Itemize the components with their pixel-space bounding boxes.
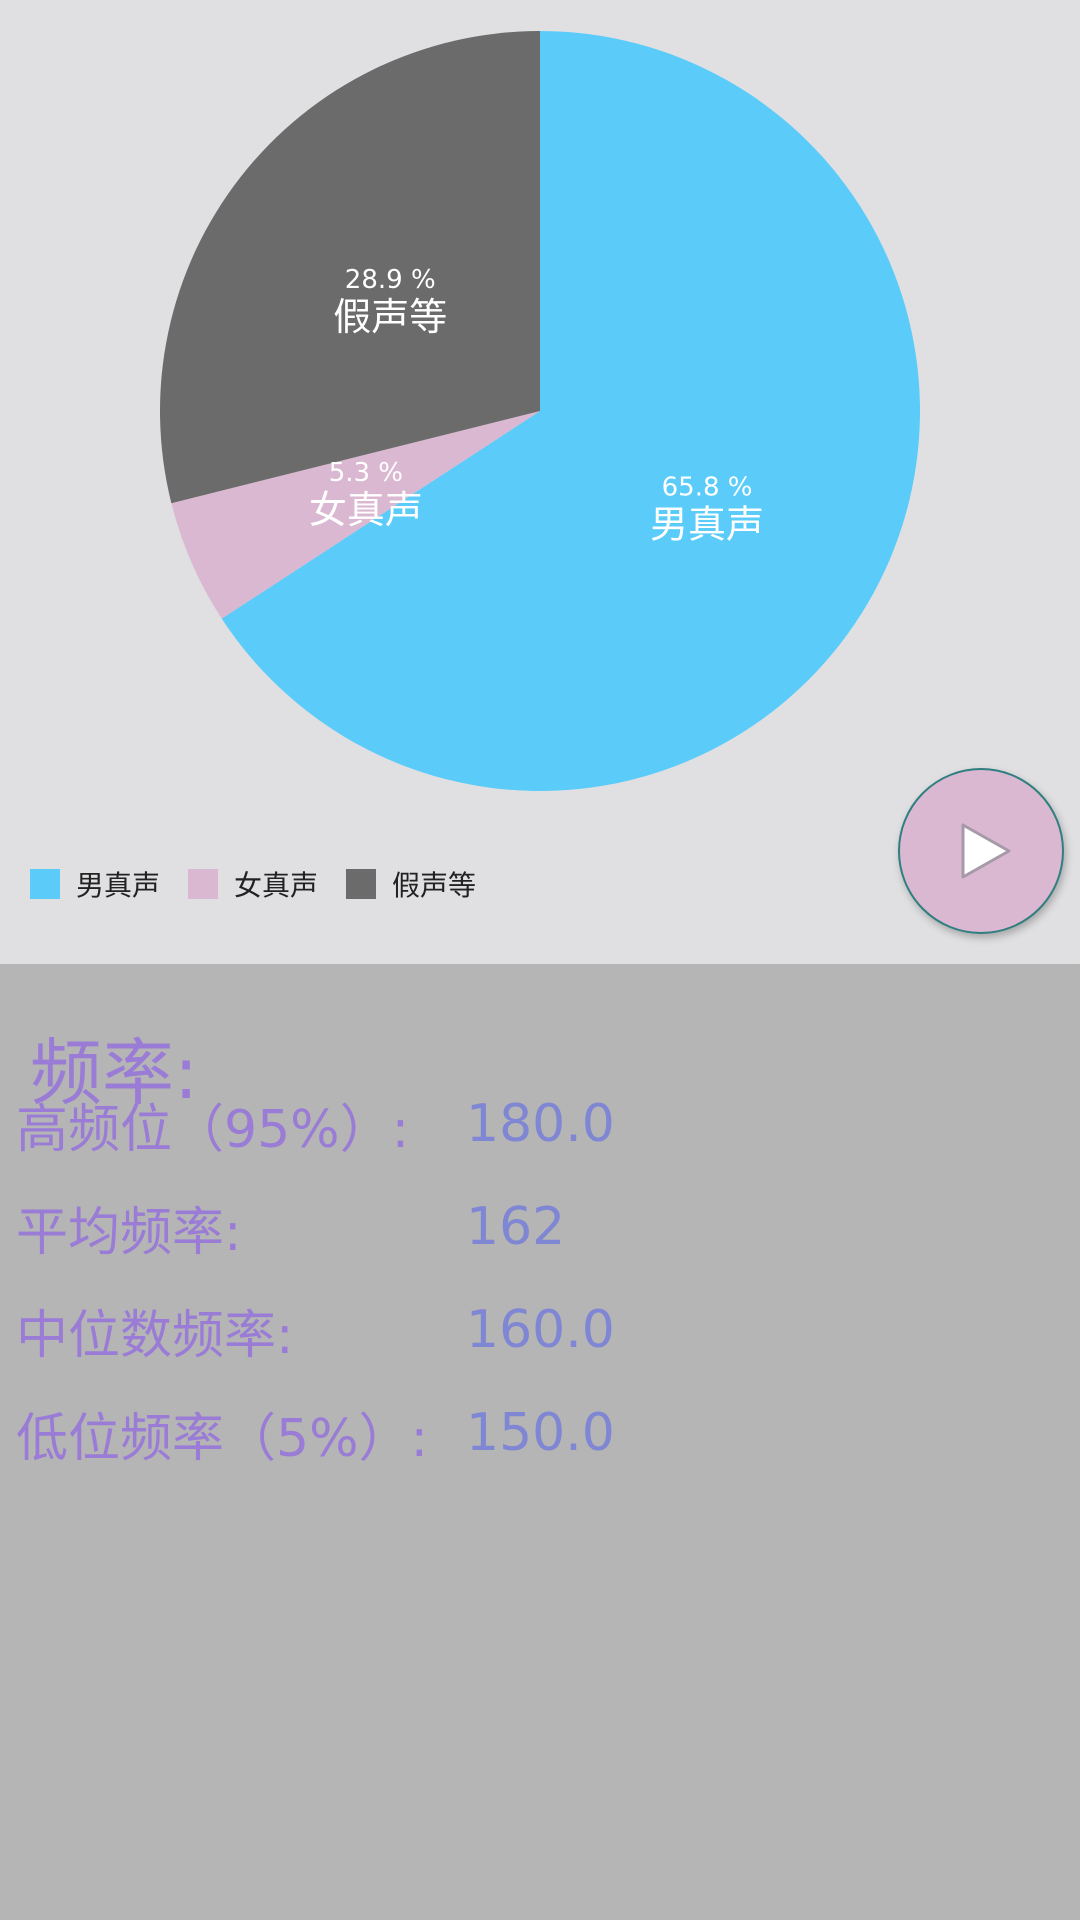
stat-value: 160.0: [466, 1300, 615, 1360]
play-icon: [961, 823, 1011, 879]
stat-label: 平均频率:: [16, 1202, 242, 1263]
stat-row-low: 低位频率（5%）: 150.0: [16, 1403, 615, 1469]
slice-percent-label-2: 28.9 %: [345, 265, 436, 295]
stat-label: 中位数频率:: [16, 1305, 294, 1366]
pie-chart: 65.8 %男真声 5.3 %女真声 28.9 %假声等: [159, 31, 920, 792]
legend-swatch: [346, 869, 377, 899]
chart-legend: 男真声 女真声 假声等: [30, 866, 504, 902]
slice-name-label-2: 假声等: [333, 295, 447, 339]
slice-name-label-0: 男真声: [650, 502, 764, 546]
legend-item-female-chest: 女真声: [188, 864, 318, 904]
stat-label: 低位频率（5%）:: [16, 1408, 429, 1469]
frequency-stats: 频率: 高频位（95%）: 180.0 平均频率: 162 中位数频率: 160…: [0, 964, 1080, 1920]
stat-value: 180.0: [466, 1094, 615, 1154]
legend-label: 女真声: [234, 869, 319, 902]
slice-percent-label-1: 5.3 %: [329, 458, 403, 488]
stat-row-median: 中位数频率: 160.0: [16, 1300, 615, 1366]
stat-row-high: 高频位（95%）: 180.0: [16, 1094, 615, 1160]
slice-name-label-1: 女真声: [309, 488, 423, 532]
stat-row-average: 平均频率: 162: [16, 1197, 566, 1263]
legend-label: 假声等: [392, 869, 477, 902]
legend-item-falsetto: 假声等: [346, 864, 476, 904]
play-button[interactable]: [898, 768, 1064, 934]
legend-swatch: [188, 869, 219, 899]
chart-panel: 65.8 % 男真声 5.3 % 女真声 28.9 % 假声等 男真声 女真声 假声等: [0, 0, 1080, 964]
stat-value: 162: [466, 1197, 566, 1257]
legend-item-male-chest: 男真声: [30, 864, 160, 904]
stat-value: 150.0: [466, 1403, 615, 1463]
stat-label: 高频位（95%）:: [16, 1099, 410, 1160]
legend-swatch: [30, 869, 60, 899]
slice-percent-label-0: 65.8 %: [662, 472, 753, 502]
legend-label: 男真声: [76, 869, 161, 902]
